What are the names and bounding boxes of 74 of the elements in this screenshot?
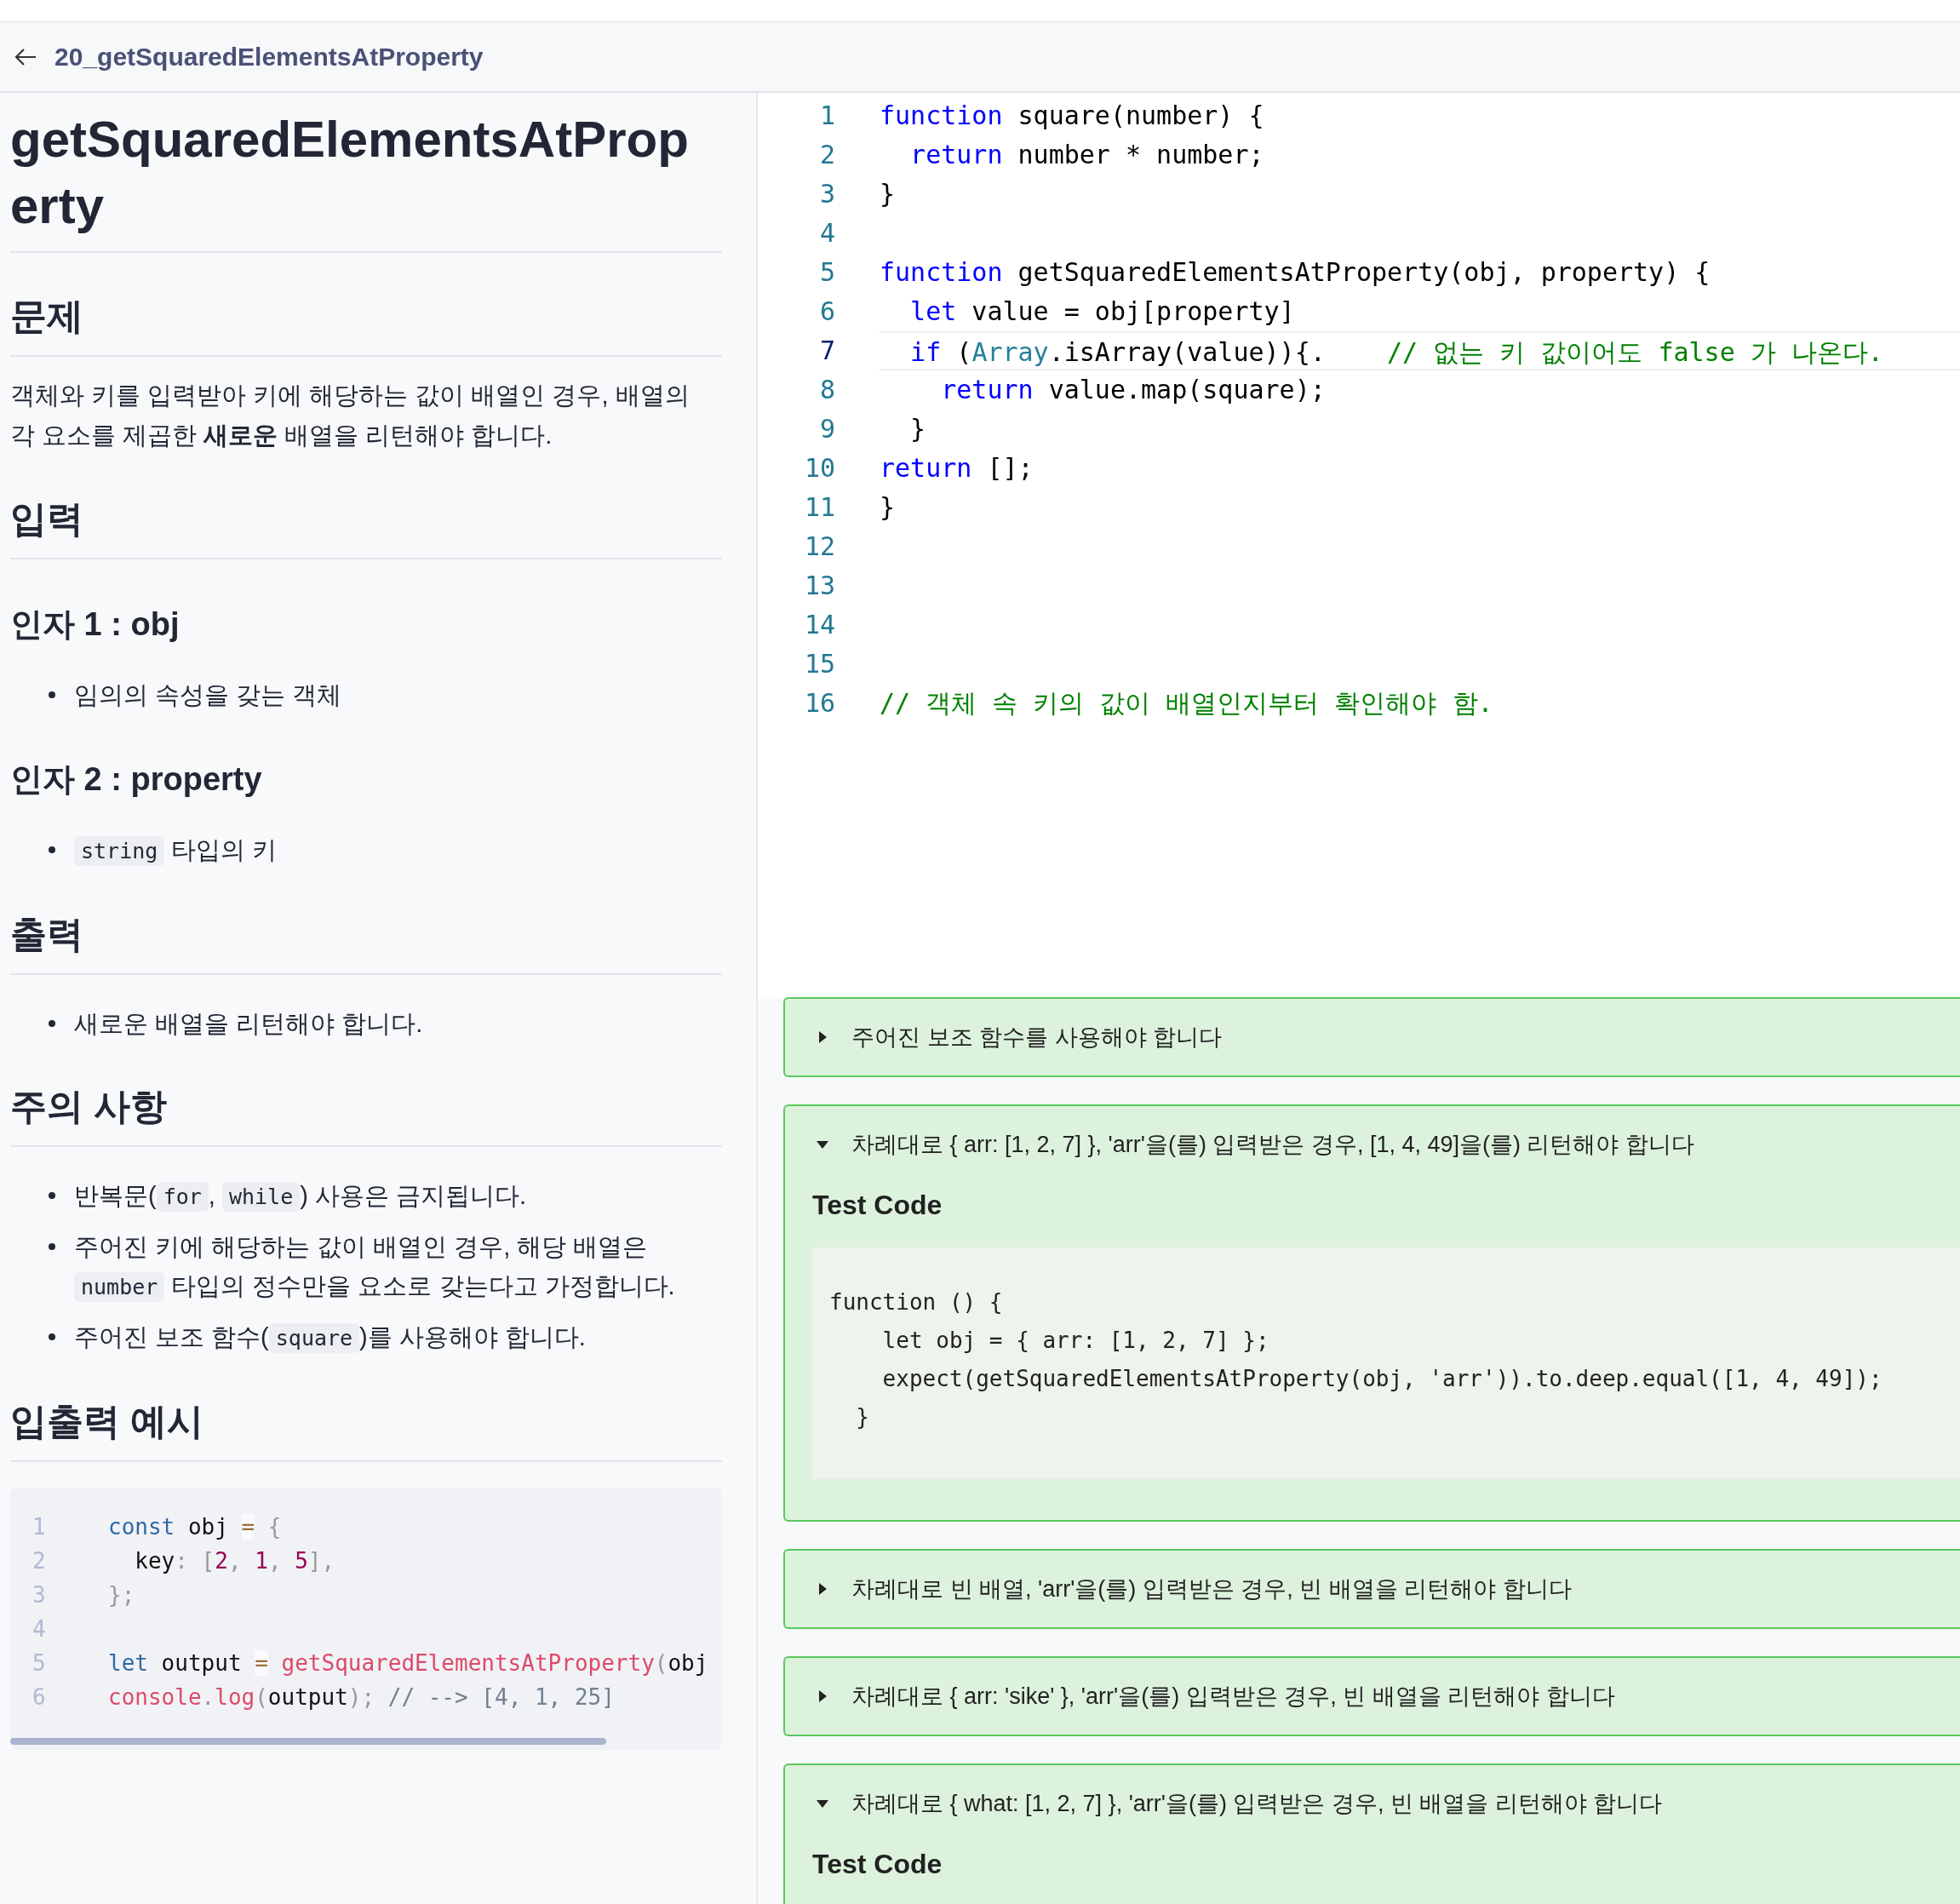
line-number: 15 bbox=[803, 648, 835, 680]
code-line: } bbox=[880, 492, 896, 522]
bullet-icon bbox=[48, 1191, 56, 1200]
line-number: 3 bbox=[32, 1581, 47, 1609]
line-number: 11 bbox=[803, 491, 835, 524]
list-item-text: 반복문( for , while ) 사용은 금지됩니다. bbox=[74, 1176, 720, 1217]
line-number: 4 bbox=[818, 217, 835, 249]
test-case-toggle[interactable]: 차례대로 { arr: [1, 2, 7] }, 'arr'을(를) 입력받은 경우, [1, 4, 49]을(를) 리턴해야 합니다 bbox=[785, 1106, 1960, 1183]
section-heading: 주의 사항 bbox=[10, 1081, 722, 1147]
line-number: 6 bbox=[818, 295, 835, 328]
list-item-text: 주어진 키에 해당하는 값이 배열인 경우, 해당 배열은 number 타입의 정수만을 요소로 갖는다고 가정합니다. bbox=[74, 1227, 720, 1307]
bullet-icon bbox=[48, 846, 56, 854]
problem-title: getSquaredElementsAtProperty bbox=[10, 110, 690, 236]
test-case-toggle[interactable]: 차례대로 빈 배열, 'arr'을(를) 입력받은 경우, 빈 배열을 리턴해야 합니다 bbox=[785, 1551, 1960, 1627]
bullet-icon bbox=[48, 1019, 56, 1028]
bullet-icon bbox=[48, 1242, 56, 1251]
subsection-heading: 인자 1 : obj bbox=[10, 605, 181, 644]
line-number: 8 bbox=[818, 374, 835, 406]
code-line: // 객체 속 키의 값이 배열인지부터 확인해야 함. bbox=[880, 688, 1493, 718]
code-line: let value = obj[property] bbox=[909, 296, 1295, 326]
section-heading: 입력 bbox=[10, 493, 722, 559]
code-line: function getSquaredElementsAtProperty(obj, property) { bbox=[880, 257, 1711, 287]
section-heading: 출력 bbox=[10, 909, 722, 975]
line-number: 2 bbox=[32, 1547, 47, 1575]
list-item-text: 임의의 속성을 갖는 객체 bbox=[74, 680, 343, 710]
test-case-toggle[interactable]: 차례대로 { arr: 'sike' }, 'arr'을(를) 입력받은 경우, 빈 배열을 리턴해야 합니다 bbox=[785, 1658, 1960, 1735]
section-heading: 입출력 예시 bbox=[10, 1396, 722, 1462]
code-line: console.log(output); // --> [4, 1, 25] bbox=[108, 1683, 615, 1712]
test-case-toggle[interactable]: 주어진 보조 함수를 사용해야 합니다 bbox=[785, 999, 1960, 1075]
code-line: expect(getSquaredElementsAtProperty(obj, 'arr')).to.deep.equal([1, 4, 49]); bbox=[881, 1365, 1883, 1393]
line-number: 12 bbox=[803, 530, 835, 563]
code-line: if (Array.isArray(value)){. // 없는 키 값이어도 false 가 나온다. bbox=[909, 337, 1883, 367]
code-line: let obj = { arr: [1, 2, 7] }; bbox=[881, 1327, 1270, 1355]
line-number: 10 bbox=[803, 452, 835, 485]
code-line: } bbox=[880, 179, 896, 209]
code-line: return number * number; bbox=[909, 140, 1264, 169]
code-line: return value.map(square); bbox=[940, 375, 1326, 404]
test-code-heading: Test Code bbox=[812, 1848, 943, 1881]
line-number: 1 bbox=[32, 1513, 47, 1541]
page-title: 20_getSquaredElementsAtProperty bbox=[54, 42, 484, 72]
code-line: function square(number) { bbox=[880, 100, 1264, 130]
line-number: 9 bbox=[818, 413, 835, 445]
test-code-heading: Test Code bbox=[812, 1189, 943, 1222]
test-case-toggle[interactable]: 차례대로 { what: [1, 2, 7] }, 'arr'을(를) 입력받은 경우, 빈 배열을 리턴해야 합니다 bbox=[785, 1765, 1960, 1842]
back-arrow-icon bbox=[14, 46, 37, 67]
line-number: 7 bbox=[818, 335, 835, 367]
section-heading: 문제 bbox=[10, 290, 722, 357]
line-number: 4 bbox=[32, 1615, 47, 1643]
subsection-heading: 인자 2 : property bbox=[10, 760, 263, 799]
bullet-icon bbox=[48, 691, 56, 699]
description-text: 객체와 키를 입력받아 키에 해당하는 값이 배열인 경우, 배열의 각 요소를 제곱한 새로운 배열을 리턴해야 합니다. bbox=[10, 381, 691, 450]
line-number: 1 bbox=[818, 100, 835, 132]
code-line: let output = getSquaredElementsAtProperty(obj bbox=[108, 1649, 708, 1677]
line-number: 14 bbox=[803, 609, 835, 641]
line-number: 16 bbox=[803, 687, 835, 720]
code-line: const obj = { bbox=[108, 1513, 282, 1541]
line-number: 5 bbox=[32, 1649, 47, 1677]
code-line: key: [2, 1, 5], bbox=[134, 1547, 335, 1575]
line-number: 13 bbox=[803, 570, 835, 602]
code-editor[interactable] bbox=[758, 93, 1960, 997]
line-number: 2 bbox=[818, 139, 835, 171]
scrollbar-thumb[interactable] bbox=[10, 1738, 606, 1745]
line-number: 6 bbox=[32, 1683, 47, 1712]
bullet-icon bbox=[48, 1333, 56, 1341]
code-line: }; bbox=[108, 1581, 135, 1609]
code-line: } bbox=[909, 414, 926, 444]
code-line: return []; bbox=[880, 453, 1034, 483]
line-number: 5 bbox=[818, 256, 835, 289]
list-item-text: 새로운 배열을 리턴해야 합니다. bbox=[74, 1009, 424, 1039]
line-number: 3 bbox=[818, 178, 835, 210]
code-line: function () { bbox=[829, 1288, 1004, 1316]
list-item-text: 주어진 보조 함수( square )를 사용해야 합니다. bbox=[74, 1317, 720, 1358]
list-item-text: string 타입의 키 bbox=[74, 830, 720, 871]
code-line: } bbox=[855, 1403, 870, 1431]
